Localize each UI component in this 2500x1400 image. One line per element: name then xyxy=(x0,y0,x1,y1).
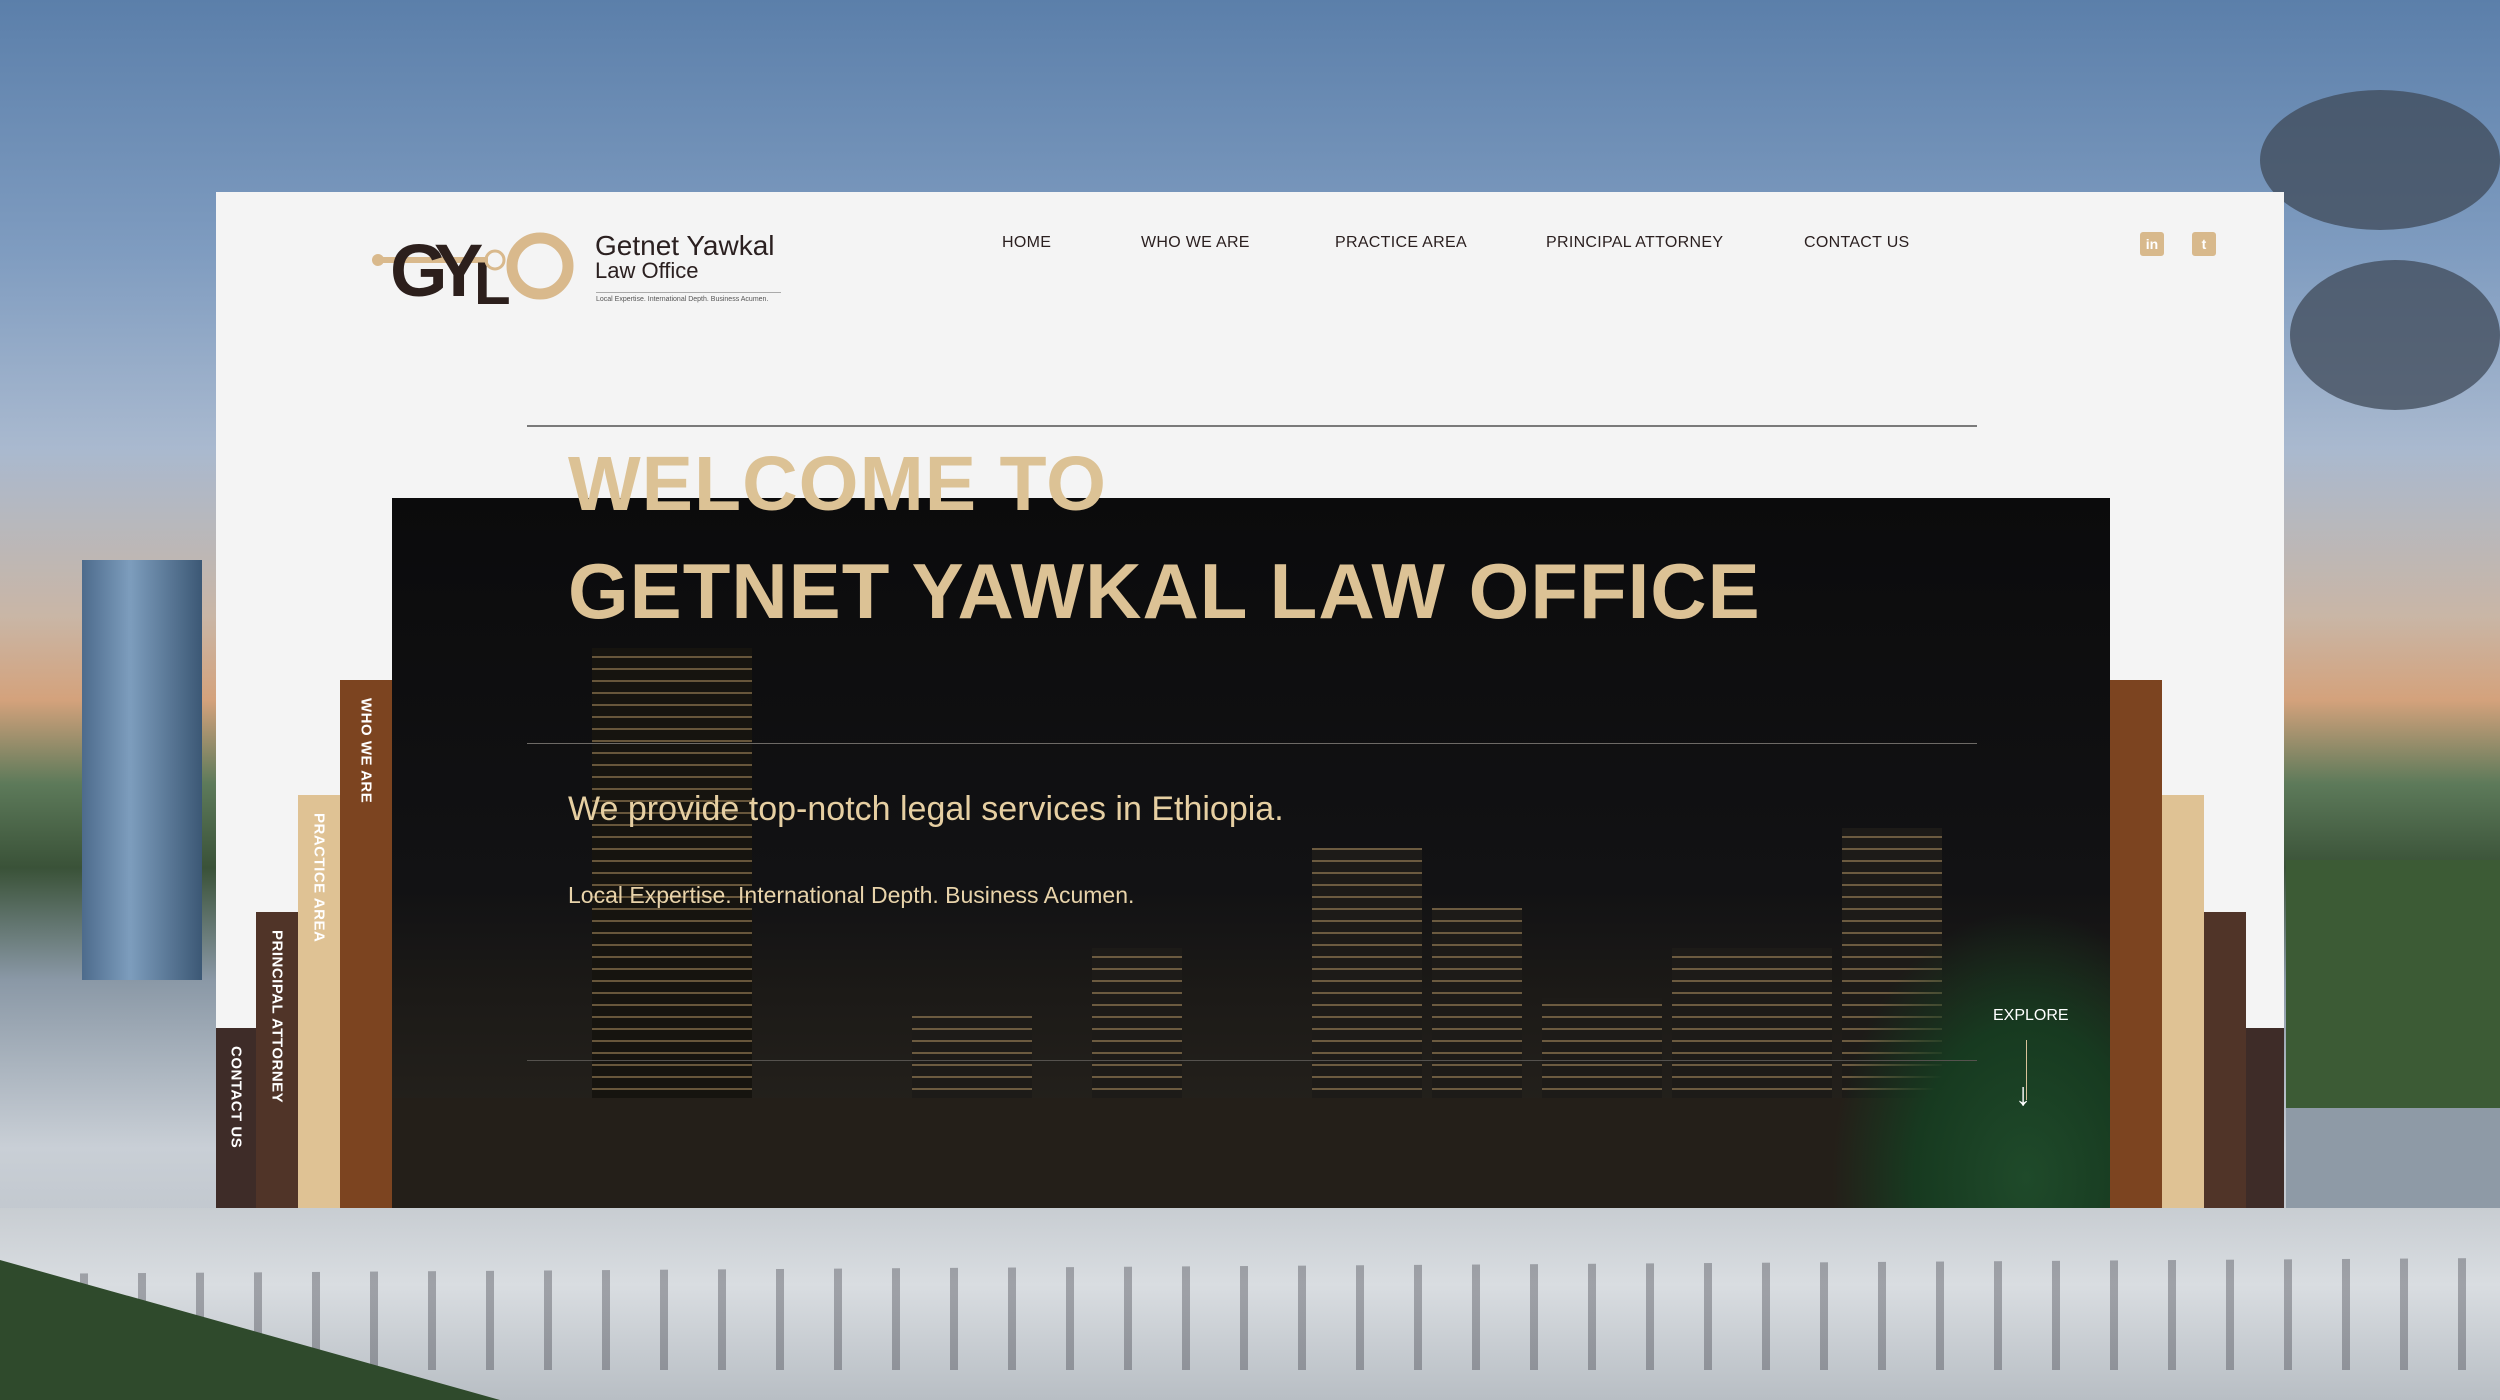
nav-contact-us[interactable]: CONTACT US xyxy=(1804,234,1910,252)
hero-title: GETNET YAWKAL LAW OFFICE xyxy=(568,547,1761,635)
side-tab-label: WHO WE ARE xyxy=(357,698,375,804)
nav-who-we-are[interactable]: WHO WE ARE xyxy=(1141,234,1250,252)
side-strip-tan xyxy=(2162,795,2204,1208)
background-water xyxy=(2286,1108,2500,1208)
side-tab-practice-area[interactable]: PRACTICE AREA xyxy=(298,795,340,1208)
background-trees xyxy=(2286,860,2500,1110)
palm-tree xyxy=(1830,908,2110,1208)
logo-mark-icon: G Y L xyxy=(372,229,574,312)
side-tab-contact-us[interactable]: CONTACT US xyxy=(216,1028,256,1208)
side-tab-label: CONTACT US xyxy=(227,1046,245,1149)
hero-bottom-divider xyxy=(527,1060,1977,1061)
logo-tagline: Local Expertise. International Depth. Bu… xyxy=(596,296,769,303)
hero-tagline: Local Expertise. International Depth. Bu… xyxy=(568,882,1135,908)
side-tab-principal-attorney[interactable]: PRINCIPAL ATTORNEY xyxy=(256,912,298,1208)
hero-welcome: WELCOME TO xyxy=(568,441,1107,527)
site-logo[interactable]: G Y L Getnet Yawkal Law Office Local Exp… xyxy=(370,224,790,312)
nav-home[interactable]: HOME xyxy=(1002,234,1051,252)
nav-principal-attorney[interactable]: PRINCIPAL ATTORNEY xyxy=(1546,234,1723,252)
background-cloud xyxy=(2260,90,2500,230)
header-divider xyxy=(527,425,1977,427)
side-tab-who-we-are[interactable]: WHO WE ARE xyxy=(340,680,392,1208)
twitter-icon[interactable]: t xyxy=(2192,232,2216,256)
explore-link[interactable]: EXPLORE xyxy=(1993,1007,2069,1025)
arrow-down-icon[interactable]: ↓ xyxy=(2015,1078,2031,1110)
linkedin-icon[interactable]: in xyxy=(2140,232,2164,256)
side-strip-dark-brown xyxy=(2204,912,2246,1208)
background-tower xyxy=(82,560,202,980)
background-cloud xyxy=(2290,260,2500,410)
hero-divider xyxy=(527,743,1977,744)
side-tab-label: PRACTICE AREA xyxy=(310,813,328,943)
logo-divider xyxy=(596,292,781,293)
logo-subtitle: Law Office xyxy=(595,258,699,283)
nav-practice-area[interactable]: PRACTICE AREA xyxy=(1335,234,1467,252)
hero-lead: We provide top-notch legal services in E… xyxy=(568,790,1284,828)
side-strip-charcoal xyxy=(2246,1028,2284,1208)
side-strip-brown xyxy=(2110,680,2162,1208)
side-tab-label: PRINCIPAL ATTORNEY xyxy=(268,930,286,1104)
